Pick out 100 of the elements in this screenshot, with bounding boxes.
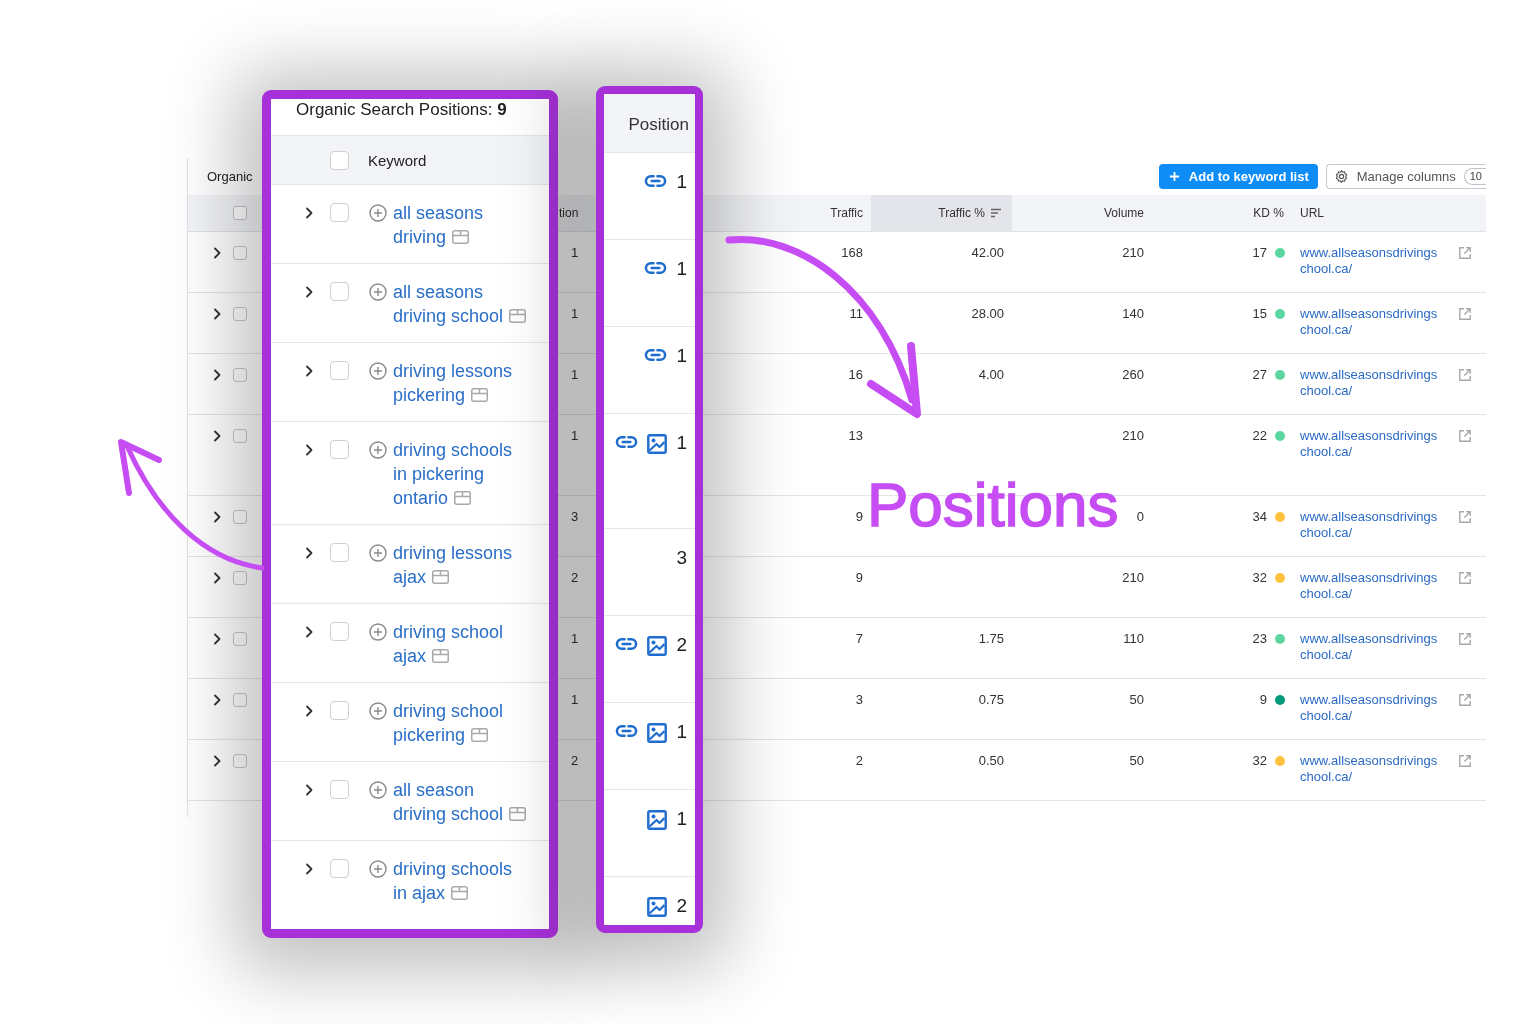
url-link[interactable]: www.allseasonsdrivingschool.ca/	[1300, 306, 1441, 338]
window-icon[interactable]	[509, 309, 527, 323]
checkbox[interactable]	[233, 632, 247, 646]
checkbox[interactable]	[233, 307, 247, 321]
chevron-right-icon[interactable]	[213, 572, 221, 584]
keyword-link[interactable]: all season driving school	[393, 778, 545, 826]
plus-circle-icon[interactable]	[369, 441, 387, 459]
external-link-icon[interactable]	[1458, 368, 1472, 382]
checkbox[interactable]	[233, 693, 247, 707]
plus-circle-icon[interactable]	[369, 702, 387, 720]
external-link-icon[interactable]	[1458, 754, 1472, 768]
chevron-right-icon[interactable]	[305, 365, 313, 377]
keyword-link[interactable]: driving school ajax	[393, 620, 545, 668]
chevron-right-icon[interactable]	[305, 705, 313, 717]
external-link-icon[interactable]	[1458, 571, 1472, 585]
keyword-link[interactable]: driving school pickering	[393, 699, 545, 747]
url-link[interactable]: www.allseasonsdrivingschool.ca/	[1300, 753, 1441, 785]
position-value: 1	[676, 257, 687, 281]
plus-circle-icon[interactable]	[369, 283, 387, 301]
chevron-right-icon[interactable]	[213, 755, 221, 767]
checkbox[interactable]	[233, 368, 247, 382]
chevron-right-icon[interactable]	[305, 286, 313, 298]
checkbox[interactable]	[233, 206, 247, 220]
external-link-icon[interactable]	[1458, 246, 1472, 260]
plus-circle-icon[interactable]	[369, 544, 387, 562]
keyword-link[interactable]: all seasons driving school	[393, 280, 545, 328]
checkbox[interactable]	[330, 543, 349, 562]
chevron-right-icon[interactable]	[305, 784, 313, 796]
keyword-link[interactable]: all seasons driving	[393, 201, 545, 249]
column-header[interactable]: Traffic %	[871, 195, 1012, 231]
image-icon	[647, 636, 668, 656]
window-icon[interactable]	[451, 886, 469, 900]
window-icon[interactable]	[454, 491, 472, 505]
url-link[interactable]: www.allseasonsdrivingschool.ca/	[1300, 245, 1441, 277]
column-header[interactable]: tion	[555, 195, 598, 231]
checkbox[interactable]	[330, 701, 349, 720]
column-header[interactable]: URL	[1292, 195, 1486, 231]
traffic-percent-value: 42.00	[971, 245, 1004, 260]
chevron-right-icon[interactable]	[213, 633, 221, 645]
external-link-icon[interactable]	[1458, 693, 1472, 707]
window-icon[interactable]	[509, 807, 527, 821]
add-to-keyword-list-button[interactable]: Add to keyword list	[1158, 164, 1318, 189]
plus-circle-icon[interactable]	[369, 362, 387, 380]
external-link-icon[interactable]	[1458, 632, 1472, 646]
difficulty-value: 34	[1252, 509, 1267, 525]
checkbox[interactable]	[330, 150, 349, 170]
plus-circle-icon[interactable]	[369, 623, 387, 641]
chevron-right-icon[interactable]	[213, 694, 221, 706]
url-link[interactable]: www.allseasonsdrivingschool.ca/	[1300, 367, 1441, 399]
window-icon[interactable]	[452, 230, 470, 244]
keyword-link[interactable]: driving lessons pickering	[393, 359, 545, 407]
window-icon[interactable]	[432, 570, 450, 584]
column-header[interactable]: KD %	[1152, 195, 1292, 231]
chevron-right-icon[interactable]	[305, 547, 313, 559]
window-icon[interactable]	[471, 388, 489, 402]
chevron-right-icon[interactable]	[213, 308, 221, 320]
window-icon[interactable]	[432, 649, 450, 663]
url-link[interactable]: www.allseasonsdrivingschool.ca/	[1300, 631, 1441, 663]
plus-circle-icon[interactable]	[369, 204, 387, 222]
image-icon	[647, 810, 668, 830]
position-value: 1	[676, 807, 687, 831]
window-icon[interactable]	[471, 728, 489, 742]
url-link[interactable]: www.allseasonsdrivingschool.ca/	[1300, 692, 1441, 724]
checkbox[interactable]	[233, 571, 247, 585]
chevron-right-icon[interactable]	[305, 444, 313, 456]
external-link-icon[interactable]	[1458, 307, 1472, 321]
traffic-value: 7	[855, 631, 863, 646]
chevron-right-icon[interactable]	[213, 247, 221, 259]
chevron-right-icon[interactable]	[305, 863, 313, 875]
chevron-right-icon[interactable]	[213, 369, 221, 381]
url-link[interactable]: www.allseasonsdrivingschool.ca/	[1300, 570, 1441, 602]
checkbox[interactable]	[330, 440, 349, 459]
keyword-link[interactable]: driving lessons ajax	[393, 541, 545, 589]
checkbox[interactable]	[233, 246, 247, 260]
checkbox[interactable]	[330, 361, 349, 380]
checkbox[interactable]	[233, 754, 247, 768]
checkbox[interactable]	[330, 859, 349, 878]
checkbox[interactable]	[330, 282, 349, 301]
plus-circle-icon[interactable]	[369, 781, 387, 799]
checkbox[interactable]	[233, 429, 247, 443]
checkbox[interactable]	[330, 622, 349, 641]
keyword-link[interactable]: driving schools in ajax	[393, 857, 545, 905]
external-link-icon[interactable]	[1458, 510, 1472, 524]
traffic-value: 3	[855, 692, 863, 707]
checkbox[interactable]	[330, 780, 349, 799]
chevron-right-icon[interactable]	[213, 511, 221, 523]
chevron-right-icon[interactable]	[305, 207, 313, 219]
keyword-link[interactable]: driving schools in pickering ontario	[393, 438, 545, 510]
plus-circle-icon[interactable]	[369, 860, 387, 878]
column-header[interactable]: Traffic	[705, 195, 871, 231]
checkbox[interactable]	[233, 510, 247, 524]
url-link[interactable]: www.allseasonsdrivingschool.ca/	[1300, 428, 1441, 460]
position-value: 2	[571, 753, 579, 768]
chevron-right-icon[interactable]	[305, 626, 313, 638]
url-link[interactable]: www.allseasonsdrivingschool.ca/	[1300, 509, 1441, 541]
external-link-icon[interactable]	[1458, 429, 1472, 443]
checkbox[interactable]	[330, 203, 349, 222]
manage-columns-button[interactable]: Manage columns 10	[1325, 164, 1486, 189]
chevron-right-icon[interactable]	[213, 430, 221, 442]
column-header[interactable]: Volume	[1012, 195, 1152, 231]
